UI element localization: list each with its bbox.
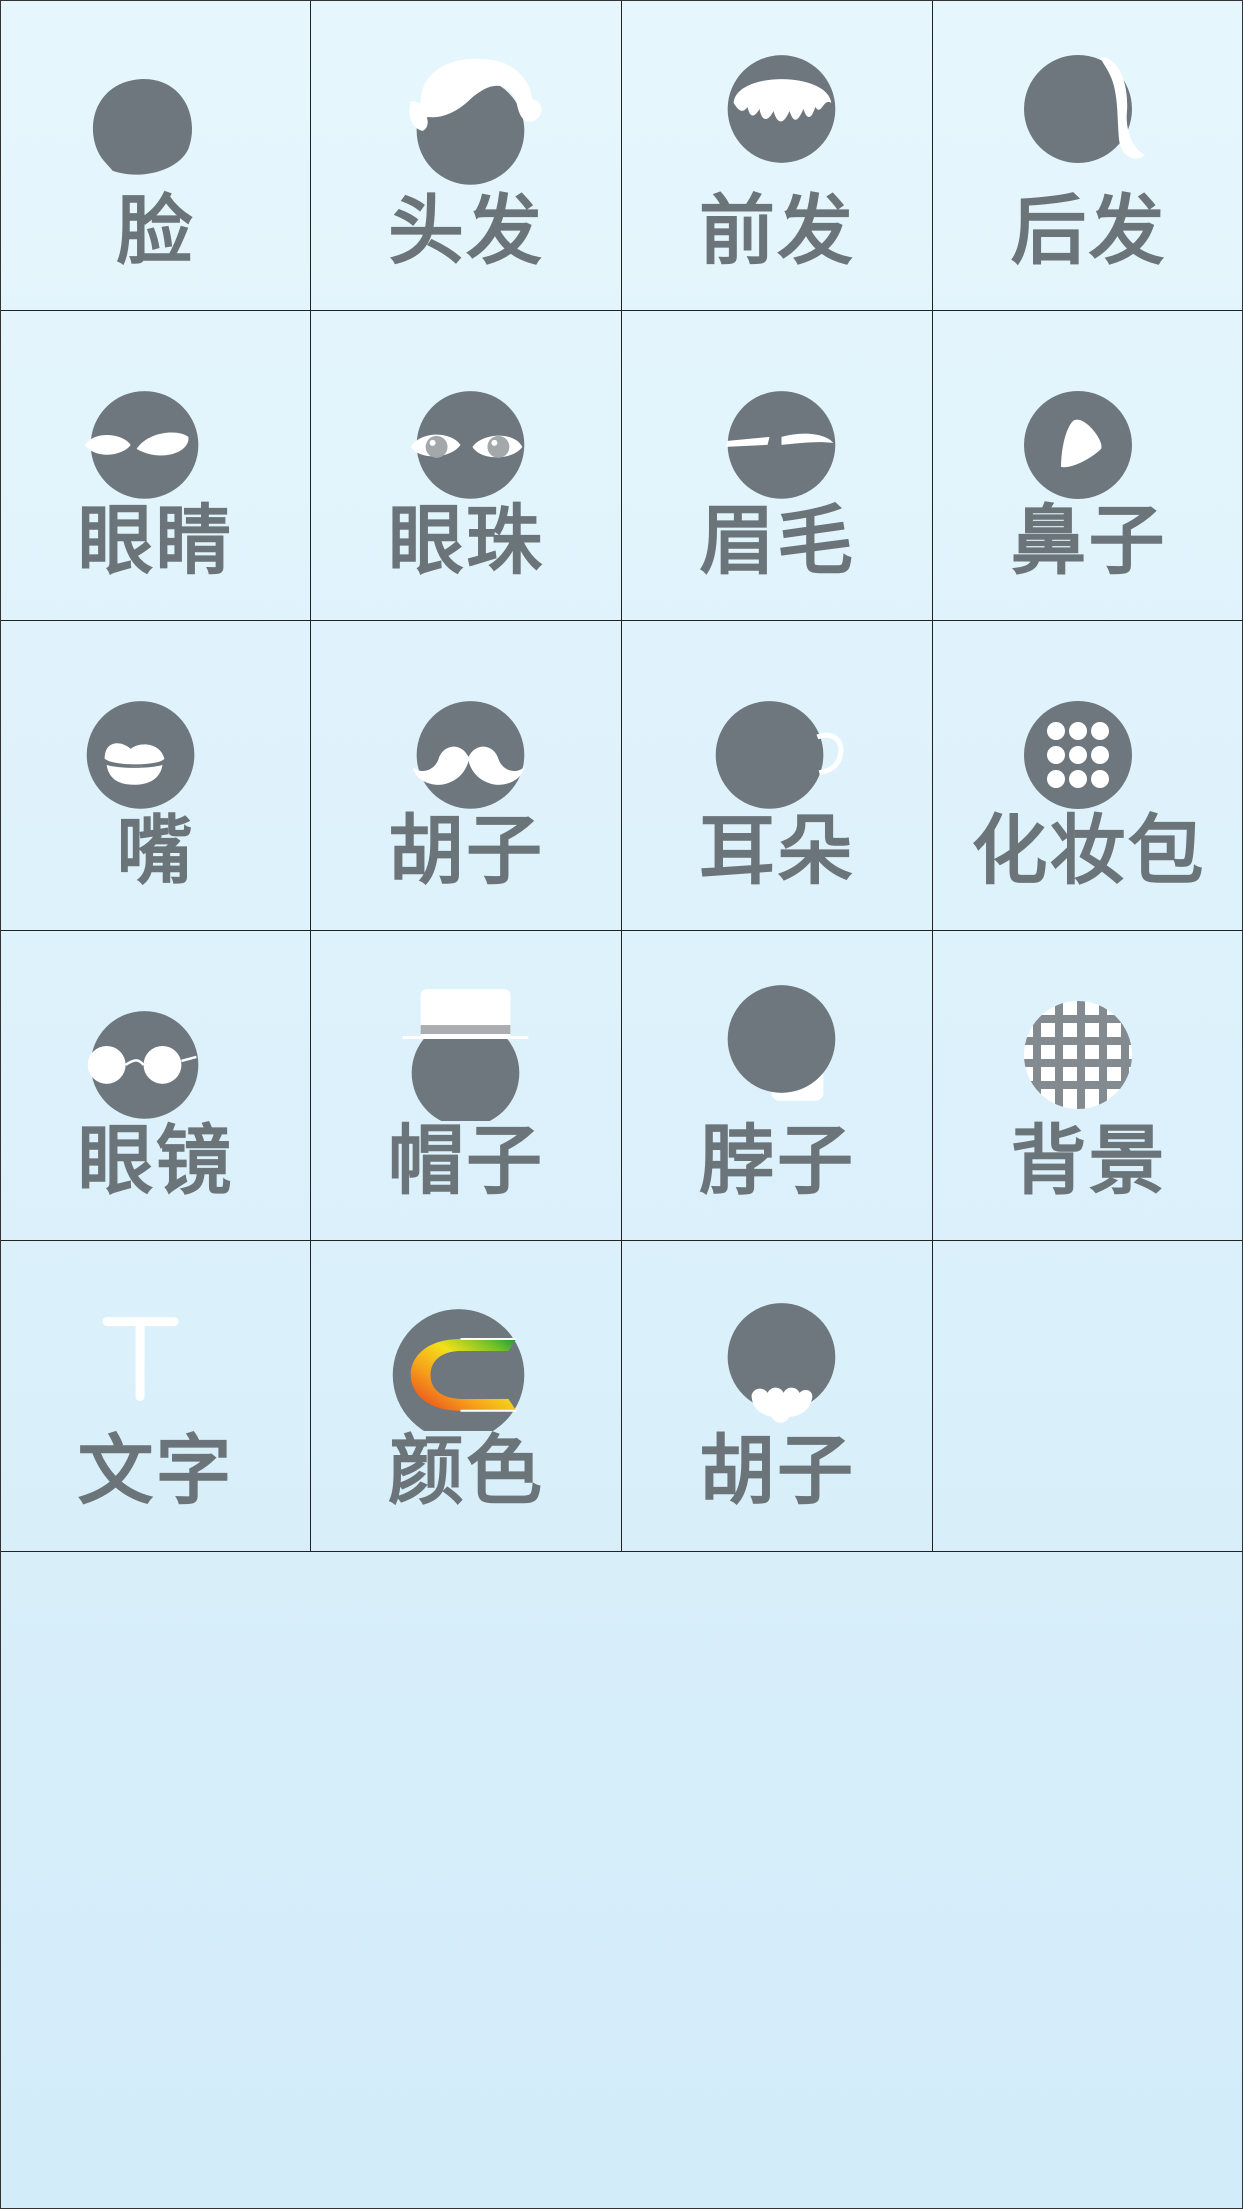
mouth-icon [1, 641, 310, 811]
tile-front-hair[interactable]: 前发 [622, 1, 933, 311]
nose-icon [933, 331, 1243, 501]
mustache-icon [311, 641, 621, 811]
tile-label: 化妆包 [971, 806, 1206, 895]
tile-mustache[interactable]: 胡子 [311, 621, 622, 931]
tile-eyes[interactable]: 眼睛 [1, 311, 311, 621]
tile-label: 头发 [388, 186, 544, 275]
tile-text[interactable]: 文字 [1, 1241, 311, 1551]
tile-label: 眼睛 [77, 496, 234, 585]
tile-hair[interactable]: 头发 [311, 1, 622, 311]
tile-label: 前发 [699, 186, 855, 275]
tile-empty [933, 1241, 1243, 1551]
tile-label: 背景 [1010, 1116, 1167, 1205]
tile-makeup-bag[interactable]: 化妆包 [933, 621, 1243, 931]
back-hair-icon [933, 21, 1243, 191]
tile-label: 后发 [1010, 186, 1167, 275]
app-screen: 脸 头发 前发 后发 眼睛 眼珠 眉毛 鼻子 嘴 胡子 耳朵 化妆包 眼镜 帽子… [0, 0, 1243, 2209]
tile-label: 脖子 [699, 1116, 855, 1205]
tile-eyebrows[interactable]: 眉毛 [622, 311, 933, 621]
tile-label: 鼻子 [1010, 496, 1167, 585]
ear-icon [622, 641, 932, 811]
glasses-icon [1, 951, 310, 1121]
tile-label: 脸 [116, 186, 195, 275]
tile-label: 帽子 [388, 1116, 544, 1205]
tile-nose[interactable]: 鼻子 [933, 311, 1243, 621]
tile-label: 眼镜 [77, 1116, 234, 1205]
tile-eyeballs[interactable]: 眼珠 [311, 311, 622, 621]
tile-label: 眼珠 [388, 496, 544, 585]
beard-icon [622, 1261, 932, 1431]
tile-color[interactable]: 颜色 [311, 1241, 622, 1551]
hair-icon [311, 21, 621, 191]
tile-back-hair[interactable]: 后发 [933, 1, 1243, 311]
hat-icon [311, 951, 621, 1121]
front-hair-icon [622, 21, 932, 191]
tile-label: 嘴 [116, 806, 195, 895]
tile-glasses[interactable]: 眼镜 [1, 931, 311, 1241]
neck-icon [622, 951, 932, 1121]
tile-label: 胡子 [699, 1426, 855, 1515]
eyebrows-icon [622, 331, 932, 501]
color-icon [311, 1261, 621, 1431]
makeup-bag-icon [933, 641, 1243, 811]
text-icon [1, 1261, 310, 1431]
background-icon [933, 951, 1243, 1121]
tile-neck[interactable]: 脖子 [622, 931, 933, 1241]
avatar-part-grid: 脸 头发 前发 后发 眼睛 眼珠 眉毛 鼻子 嘴 胡子 耳朵 化妆包 眼镜 帽子… [1, 1, 1243, 1552]
tile-background[interactable]: 背景 [933, 931, 1243, 1241]
face-icon [1, 21, 310, 191]
tile-face[interactable]: 脸 [1, 1, 311, 311]
tile-hat[interactable]: 帽子 [311, 931, 622, 1241]
tile-label: 胡子 [388, 806, 544, 895]
tile-ear[interactable]: 耳朵 [622, 621, 933, 931]
tile-label: 文字 [77, 1426, 234, 1515]
tile-beard[interactable]: 胡子 [622, 1241, 933, 1551]
eyes-icon [1, 331, 310, 501]
tile-mouth[interactable]: 嘴 [1, 621, 311, 931]
tile-label: 耳朵 [699, 806, 855, 895]
tile-label: 眉毛 [699, 496, 855, 585]
tile-label: 颜色 [388, 1426, 544, 1515]
eyeballs-icon [311, 331, 621, 501]
